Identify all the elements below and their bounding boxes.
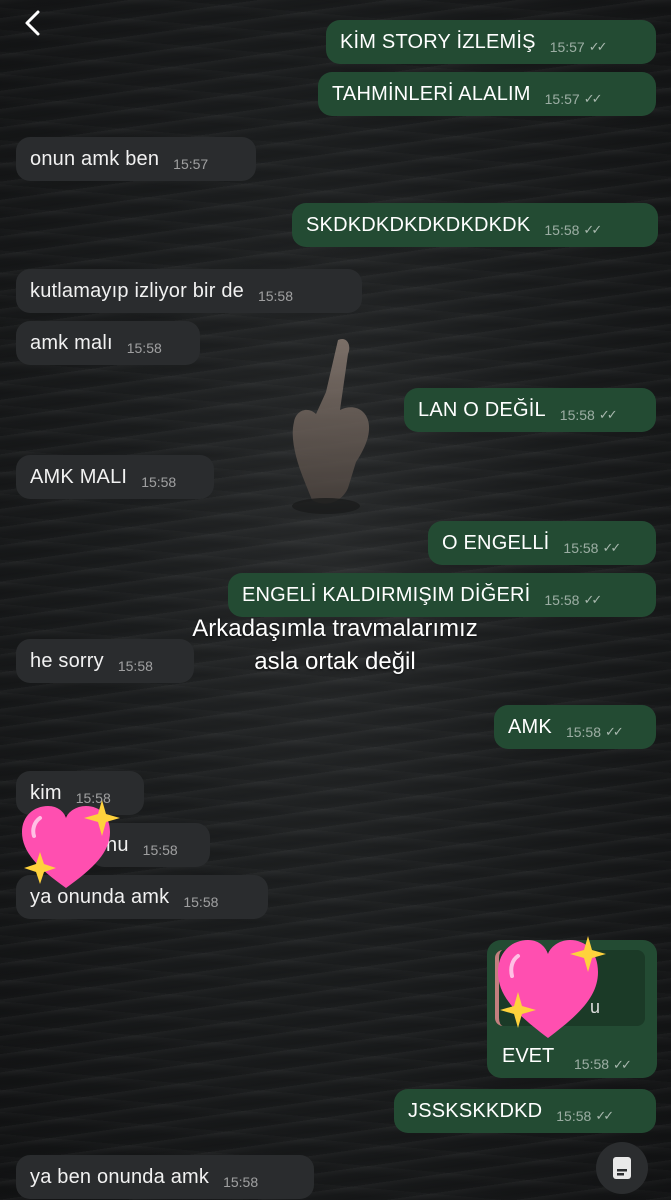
- message-text: SKDKDKDKDKDKDKDK: [306, 213, 531, 236]
- message-time: 15:58: [142, 842, 178, 858]
- message-bubble[interactable]: onun amk ben 15:57: [16, 137, 256, 181]
- message-text: KİM STORY İZLEMİŞ: [340, 30, 536, 53]
- read-ticks-icon: ✓✓: [602, 540, 621, 555]
- message-text: AMK: [508, 715, 552, 738]
- chevron-left-icon[interactable]: [22, 8, 48, 38]
- message-bubble[interactable]: AMK 15:58 ✓✓: [494, 705, 656, 749]
- document-button[interactable]: [596, 1142, 648, 1194]
- message-bubble[interactable]: KİM STORY İZLEMİŞ 15:57 ✓✓: [326, 20, 656, 64]
- message-bubble[interactable]: TAHMİNLERİ ALALIM 15:57 ✓✓: [318, 72, 656, 116]
- sparkling-heart-icon: [22, 800, 120, 888]
- message-text: TAHMİNLERİ ALALIM: [332, 82, 531, 105]
- message-text: ENGELİ KALDIRMIŞIM DİĞERİ: [242, 583, 531, 606]
- message-bubble[interactable]: SKDKDKDKDKDKDKDK 15:58 ✓✓: [292, 203, 658, 247]
- message-time: 15:58: [126, 340, 162, 356]
- message-bubble[interactable]: LAN O DEĞİL 15:58 ✓✓: [404, 388, 656, 432]
- message-time: 15:58: [559, 407, 595, 423]
- read-ticks-icon: ✓✓: [583, 222, 602, 237]
- caption-line-1: Arkadaşımla travmalarımız: [192, 615, 478, 642]
- message-text: EVET: [502, 1045, 555, 1067]
- read-ticks-icon: ✓✓: [613, 1057, 632, 1072]
- message-text: amk malı: [30, 331, 113, 354]
- message-time: 15:58: [544, 592, 580, 608]
- document-icon: [613, 1157, 631, 1179]
- message-time: 15:58: [556, 1108, 592, 1124]
- hand-image: [292, 338, 370, 514]
- message-bubble[interactable]: JSSKSKKDKD 15:58 ✓✓: [394, 1089, 656, 1133]
- message-text: JSSKSKKDKD: [408, 1099, 543, 1122]
- message-bubble[interactable]: amk malı 15:58: [16, 321, 200, 365]
- message-time: 15:58: [257, 288, 294, 304]
- message-time: 15:57: [549, 39, 585, 55]
- read-ticks-icon: ✓✓: [583, 91, 603, 106]
- message-text: kutlamayıp izliyor bir de: [30, 279, 244, 302]
- message-text: LAN O DEĞİL: [418, 398, 546, 421]
- message-time: 15:58: [117, 658, 153, 674]
- read-ticks-icon: ✓✓: [605, 724, 624, 739]
- message-time: 15:58: [563, 540, 599, 556]
- message-time: 15:58: [183, 894, 219, 910]
- message-text: O ENGELLİ: [442, 531, 550, 554]
- message-time: 15:58: [574, 1056, 610, 1072]
- message-time: 15:58: [141, 474, 177, 490]
- caption-line-2: asla ortak değil: [254, 648, 416, 675]
- sparkling-heart-icon: [498, 936, 606, 1038]
- message-bubble[interactable]: kutlamayıp izliyor bir de 15:58: [16, 269, 362, 313]
- message-text: ya ben onunda amk: [30, 1165, 210, 1188]
- message-time: 15:57: [544, 91, 580, 107]
- message-text: onun amk ben: [30, 147, 160, 170]
- message-text: AMK MALI: [30, 465, 128, 488]
- read-ticks-icon: ✓✓: [588, 39, 608, 54]
- message-bubble[interactable]: ya ben onunda amk 15:58: [16, 1155, 314, 1199]
- read-ticks-icon: ✓✓: [598, 407, 618, 422]
- read-ticks-icon: ✓✓: [595, 1108, 614, 1123]
- read-ticks-icon: ✓✓: [583, 592, 602, 607]
- message-bubble[interactable]: O ENGELLİ 15:58 ✓✓: [428, 521, 656, 565]
- message-time: 15:57: [173, 156, 209, 172]
- message-text: he sorry: [30, 649, 104, 672]
- message-bubble[interactable]: AMK MALI 15:58: [16, 455, 214, 499]
- message-time: 15:58: [544, 222, 580, 238]
- message-time: 15:58: [223, 1174, 259, 1190]
- message-bubble[interactable]: ENGELİ KALDIRMIŞIM DİĞERİ 15:58 ✓✓: [228, 573, 656, 617]
- message-time: 15:58: [565, 724, 601, 740]
